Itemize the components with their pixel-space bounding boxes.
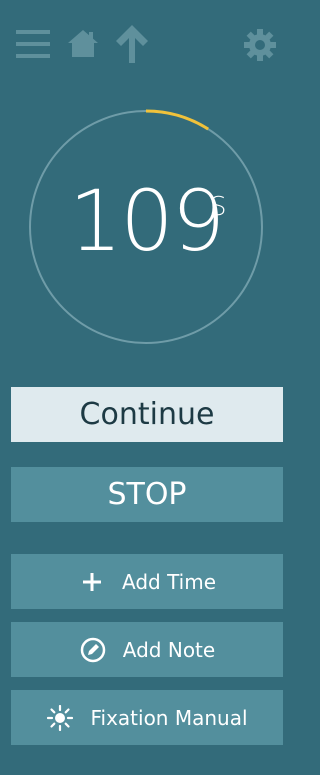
continue-button[interactable]: Continue: [11, 387, 283, 442]
note-pencil-icon: [79, 636, 107, 664]
add-time-label: Add Time: [121, 569, 217, 594]
home-icon[interactable]: [67, 29, 99, 61]
timer-value: 109: [28, 179, 264, 263]
gear-icon[interactable]: [244, 29, 276, 65]
timer-unit: S: [210, 192, 227, 222]
add-note-button[interactable]: Add Note: [11, 622, 283, 677]
stop-button[interactable]: STOP: [11, 467, 283, 522]
menu-icon[interactable]: [16, 28, 50, 64]
add-note-label: Add Note: [122, 637, 216, 662]
timer-progress-arc: [145, 109, 209, 131]
stop-label: STOP: [107, 477, 187, 512]
timer-seconds: 109: [68, 172, 225, 270]
fixation-manual-button[interactable]: Fixation Manual: [11, 690, 283, 745]
countdown-timer: 109 S: [28, 109, 264, 345]
arrow-up-icon[interactable]: [116, 25, 148, 67]
continue-label: Continue: [79, 397, 215, 432]
sun-icon: [46, 704, 74, 732]
add-time-button[interactable]: Add Time: [11, 554, 283, 609]
fixation-manual-label: Fixation Manual: [90, 705, 248, 730]
top-toolbar: [0, 0, 295, 80]
plus-icon: [78, 568, 106, 596]
